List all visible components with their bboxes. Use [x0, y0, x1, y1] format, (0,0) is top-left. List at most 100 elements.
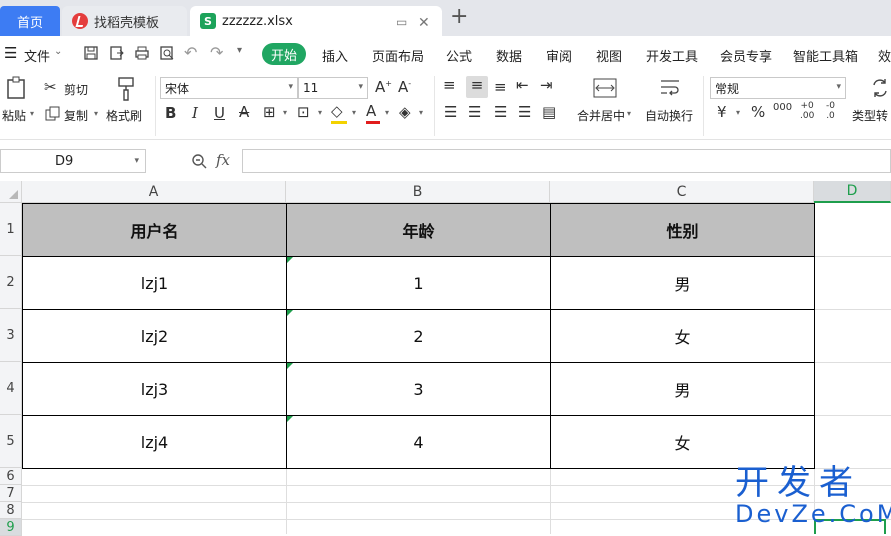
cell-c4[interactable]: 男	[551, 363, 814, 415]
merge-center-label[interactable]: 合并居中	[577, 107, 625, 124]
font-color-dropdown-icon[interactable]: ▾	[385, 108, 389, 117]
align-top-icon[interactable]: ≡	[443, 76, 456, 94]
cell-b2[interactable]: 1	[287, 257, 550, 309]
bold-icon[interactable]: B	[165, 104, 176, 122]
underline-icon[interactable]: U	[214, 104, 225, 122]
percent-icon[interactable]: %	[751, 103, 765, 121]
cell-c3[interactable]: 女	[551, 310, 814, 362]
menu-page-layout[interactable]: 页面布局	[372, 46, 424, 65]
align-right-icon[interactable]: ☰	[494, 103, 507, 121]
paste-dropdown-icon[interactable]: ▾	[30, 109, 34, 118]
undo-icon[interactable]: ↶	[184, 43, 197, 62]
currency-dropdown-icon[interactable]: ▾	[736, 108, 740, 117]
menu-smart-toolbox[interactable]: 智能工具箱	[793, 46, 858, 65]
cell-b5[interactable]: 4	[287, 416, 550, 468]
menu-insert[interactable]: 插入	[322, 46, 348, 65]
align-middle-icon[interactable]: ≡	[466, 76, 488, 98]
cut-label[interactable]: 剪切	[64, 81, 88, 98]
merge-dropdown-icon[interactable]: ▾	[627, 109, 631, 118]
wrap-text-icon[interactable]	[658, 78, 682, 98]
cell-style-icon[interactable]: ⊡	[297, 103, 310, 121]
font-name-select[interactable]: 宋体 ▾	[160, 77, 298, 99]
cell-style-dropdown-icon[interactable]: ▾	[318, 108, 322, 117]
hamburger-menu-icon[interactable]: ☰	[4, 44, 17, 62]
cell-c1[interactable]: 性别	[551, 204, 814, 256]
align-bottom-icon[interactable]: ≡	[494, 78, 507, 96]
column-header-c[interactable]: C	[550, 181, 814, 203]
wrap-text-label[interactable]: 自动换行	[645, 107, 693, 124]
format-painter-label[interactable]: 格式刷	[106, 107, 142, 124]
cell-a3[interactable]: lzj2	[23, 310, 286, 362]
name-box[interactable]: D9 ▾	[0, 149, 146, 173]
merge-center-icon[interactable]	[593, 78, 617, 98]
cell-a5[interactable]: lzj4	[23, 416, 286, 468]
align-center-icon[interactable]: ☰	[468, 103, 481, 121]
decrease-font-icon[interactable]: A-	[398, 78, 411, 96]
increase-indent-icon[interactable]: ⇥	[540, 76, 553, 94]
format-painter-icon[interactable]	[116, 76, 136, 102]
border-dropdown-icon[interactable]: ▾	[283, 108, 287, 117]
thousands-separator-icon[interactable]: 000	[773, 103, 792, 113]
cell-b4[interactable]: 3	[287, 363, 550, 415]
export-pdf-icon[interactable]	[109, 45, 125, 61]
tab-template-store[interactable]: 找稻壳模板	[62, 6, 187, 36]
cell-a4[interactable]: lzj3	[23, 363, 286, 415]
print-preview-icon[interactable]	[159, 45, 175, 61]
cell-a1[interactable]: 用户名	[23, 204, 286, 256]
row-header-3[interactable]: 3	[0, 309, 22, 362]
increase-font-icon[interactable]: A+	[375, 78, 392, 96]
align-left-icon[interactable]: ☰	[444, 103, 457, 121]
decrease-decimal-icon[interactable]: -0.0	[826, 101, 835, 121]
chevron-down-icon[interactable]: ⌄	[54, 46, 62, 57]
quick-access-more-icon[interactable]: ▾	[237, 45, 242, 56]
menu-formulas[interactable]: 公式	[446, 46, 472, 65]
close-tab-icon[interactable]: ✕	[418, 15, 430, 31]
row-header-2[interactable]: 2	[0, 256, 22, 309]
row-header-8[interactable]: 8	[0, 502, 22, 519]
number-format-select[interactable]: 常规 ▾	[710, 77, 846, 99]
cell-a2[interactable]: lzj1	[23, 257, 286, 309]
cell-b1[interactable]: 年龄	[287, 204, 550, 256]
menu-member[interactable]: 会员专享	[720, 46, 772, 65]
type-convert-label[interactable]: 类型转	[852, 107, 888, 124]
column-header-d[interactable]: D	[814, 181, 891, 203]
fill-color-dropdown-icon[interactable]: ▾	[352, 108, 356, 117]
menu-view[interactable]: 视图	[596, 46, 622, 65]
font-size-select[interactable]: 11 ▾	[298, 77, 368, 99]
new-tab-plus-icon[interactable]: +	[450, 4, 468, 29]
copy-icon[interactable]	[45, 106, 61, 122]
distributed-align-icon[interactable]: ▤	[542, 103, 556, 121]
column-header-a[interactable]: A	[22, 181, 286, 203]
row-header-7[interactable]: 7	[0, 485, 22, 502]
menu-data[interactable]: 数据	[496, 46, 522, 65]
copy-dropdown-icon[interactable]: ▾	[94, 109, 98, 118]
column-header-b[interactable]: B	[286, 181, 550, 203]
fx-icon[interactable]: fx	[216, 151, 230, 169]
float-window-icon[interactable]: ▭	[396, 15, 407, 29]
row-header-5[interactable]: 5	[0, 415, 22, 468]
border-icon[interactable]: ⊞	[263, 103, 276, 121]
fill-color-icon[interactable]: ◇	[331, 102, 347, 124]
row-header-6[interactable]: 6	[0, 468, 22, 485]
decrease-indent-icon[interactable]: ⇤	[516, 76, 529, 94]
copy-label[interactable]: 复制	[64, 107, 88, 124]
row-header-1[interactable]: 1	[0, 203, 22, 256]
tab-workbook[interactable]: S zzzzzz.xlsx ▭ ✕	[190, 6, 442, 36]
justify-icon[interactable]: ☰	[518, 103, 531, 121]
zoom-search-icon[interactable]	[191, 153, 207, 169]
cell-c5[interactable]: 女	[551, 416, 814, 468]
row-header-9[interactable]: 9	[0, 519, 22, 536]
cell-c2[interactable]: 男	[551, 257, 814, 309]
cut-icon[interactable]: ✂	[44, 78, 57, 96]
save-icon[interactable]	[83, 45, 99, 61]
italic-icon[interactable]: I	[192, 104, 198, 122]
print-icon[interactable]	[134, 45, 150, 61]
select-all-corner[interactable]	[0, 181, 22, 203]
increase-decimal-icon[interactable]: +0.00	[800, 101, 814, 121]
menu-developer[interactable]: 开发工具	[646, 46, 698, 65]
tab-home[interactable]: 首页	[0, 6, 60, 36]
menu-file[interactable]: 文件	[24, 46, 50, 65]
row-header-4[interactable]: 4	[0, 362, 22, 415]
cell-b3[interactable]: 2	[287, 310, 550, 362]
redo-icon[interactable]: ↷	[210, 43, 223, 62]
